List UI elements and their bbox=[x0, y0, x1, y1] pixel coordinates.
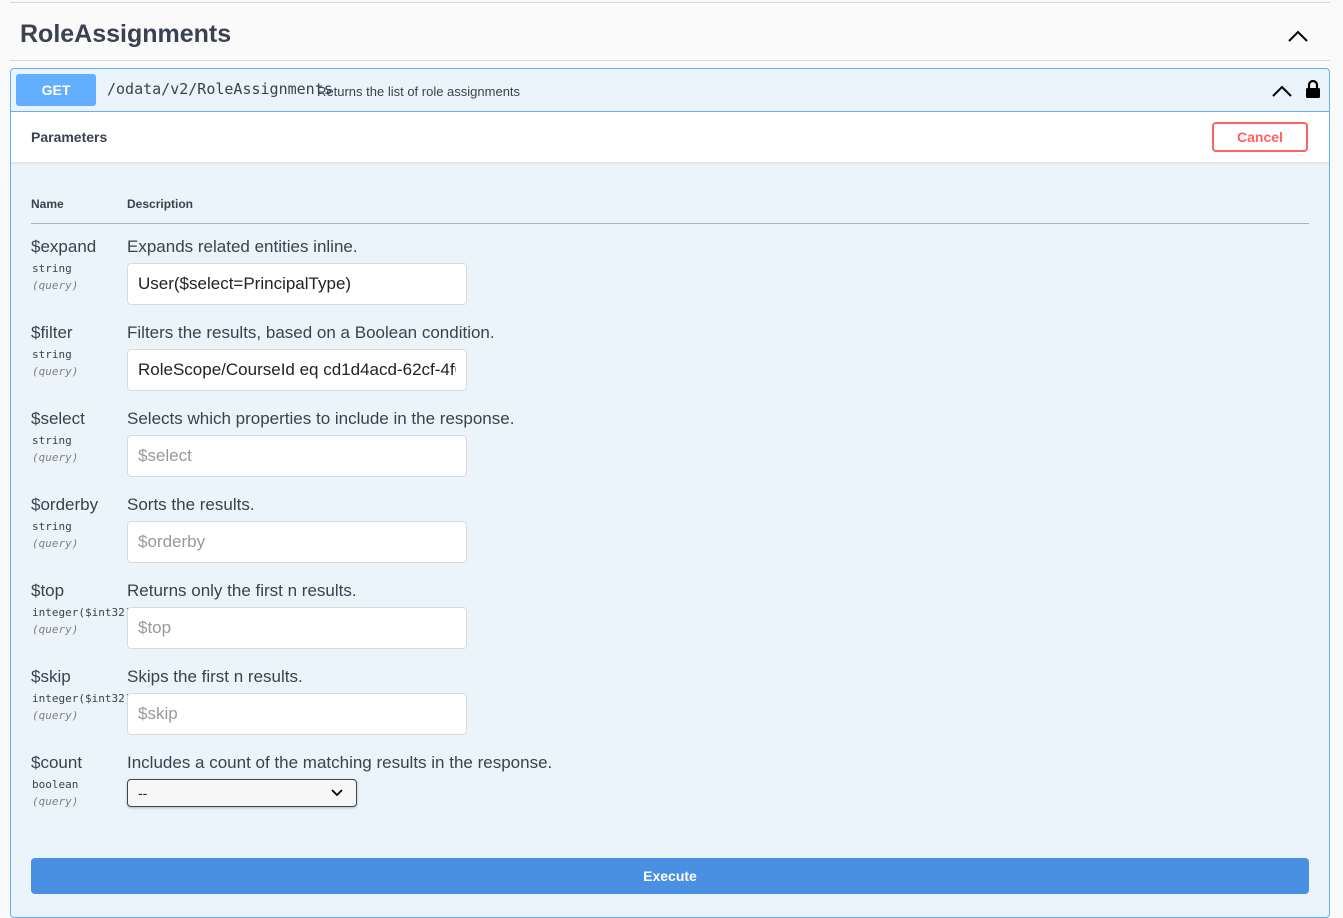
parameter-row-select: $select string (query) Selects which pro… bbox=[11, 409, 1329, 495]
execute-button[interactable]: Execute bbox=[31, 858, 1309, 894]
method-badge: GET bbox=[16, 74, 96, 106]
parameter-type: string bbox=[32, 434, 72, 447]
select-input[interactable] bbox=[127, 435, 467, 477]
parameter-location: (query) bbox=[32, 795, 79, 808]
parameter-type: string bbox=[32, 520, 72, 533]
parameter-row-skip: $skip integer($int32) (query) Skips the … bbox=[11, 667, 1329, 753]
cancel-button[interactable]: Cancel bbox=[1212, 122, 1308, 152]
operation-summary-text: Returns the list of role assignments bbox=[317, 84, 521, 99]
tag-title: RoleAssignments bbox=[20, 20, 232, 48]
parameter-description: Sorts the results. bbox=[127, 495, 255, 514]
parameter-row-top: $top integer($int32) (query) Returns onl… bbox=[11, 581, 1329, 667]
parameter-type: integer($int32) bbox=[32, 692, 132, 705]
parameter-name: $expand bbox=[31, 237, 97, 256]
parameter-name: $orderby bbox=[31, 495, 99, 514]
parameter-name: $skip bbox=[31, 667, 71, 686]
parameter-name: $filter bbox=[31, 323, 73, 342]
filter-input[interactable] bbox=[127, 349, 467, 391]
parameter-description: Filters the results, based on a Boolean … bbox=[127, 323, 495, 342]
parameter-name: $count bbox=[31, 753, 83, 772]
parameter-type: boolean bbox=[32, 778, 79, 791]
count-select[interactable]: -- bbox=[127, 779, 357, 807]
parameter-description: Returns only the first n results. bbox=[127, 581, 357, 600]
parameter-row-expand: $expand string (query) Expands related e… bbox=[11, 237, 1329, 323]
orderby-input[interactable] bbox=[127, 521, 467, 563]
parameter-row-count: $count boolean (query) Includes a count … bbox=[11, 753, 1329, 839]
lock-icon[interactable] bbox=[1305, 79, 1321, 99]
chevron-up-icon[interactable] bbox=[1286, 25, 1310, 47]
parameter-location: (query) bbox=[32, 709, 79, 722]
parameter-type: string bbox=[32, 348, 72, 361]
parameter-location: (query) bbox=[32, 537, 79, 550]
column-header-name: Name bbox=[31, 197, 64, 211]
parameter-type: integer($int32) bbox=[32, 606, 132, 619]
parameter-location: (query) bbox=[32, 365, 79, 378]
top-input[interactable] bbox=[127, 607, 467, 649]
count-select-value: -- bbox=[138, 785, 148, 801]
parameter-description: Selects which properties to include in t… bbox=[127, 409, 515, 428]
operation-summary[interactable]: GET /odata/v2/RoleAssignments Returns th… bbox=[11, 69, 1329, 112]
parameter-row-filter: $filter string (query) Filters the resul… bbox=[11, 323, 1329, 409]
parameter-location: (query) bbox=[32, 451, 79, 464]
parameter-location: (query) bbox=[32, 623, 79, 636]
parameter-name: $select bbox=[31, 409, 85, 428]
chevron-up-icon[interactable] bbox=[1271, 81, 1293, 101]
skip-input[interactable] bbox=[127, 693, 467, 735]
parameter-name: $top bbox=[31, 581, 65, 600]
chevron-down-icon bbox=[331, 789, 343, 797]
header-divider bbox=[31, 223, 1309, 224]
parameter-type: string bbox=[32, 262, 72, 275]
parameter-location: (query) bbox=[32, 279, 79, 292]
parameter-description: Includes a count of the matching results… bbox=[127, 753, 553, 772]
expand-input[interactable] bbox=[127, 263, 467, 305]
tag-header[interactable]: RoleAssignments bbox=[10, 3, 1330, 61]
parameters-header: Parameters Cancel bbox=[11, 112, 1329, 163]
parameter-description: Expands related entities inline. bbox=[127, 237, 358, 256]
operation-path: /odata/v2/RoleAssignments bbox=[107, 80, 333, 98]
column-header-description: Description bbox=[127, 197, 194, 211]
operation-block: GET /odata/v2/RoleAssignments Returns th… bbox=[10, 68, 1330, 918]
parameters-title: Parameters bbox=[31, 129, 108, 145]
parameter-description: Skips the first n results. bbox=[127, 667, 303, 686]
parameter-row-orderby: $orderby string (query) Sorts the result… bbox=[11, 495, 1329, 581]
